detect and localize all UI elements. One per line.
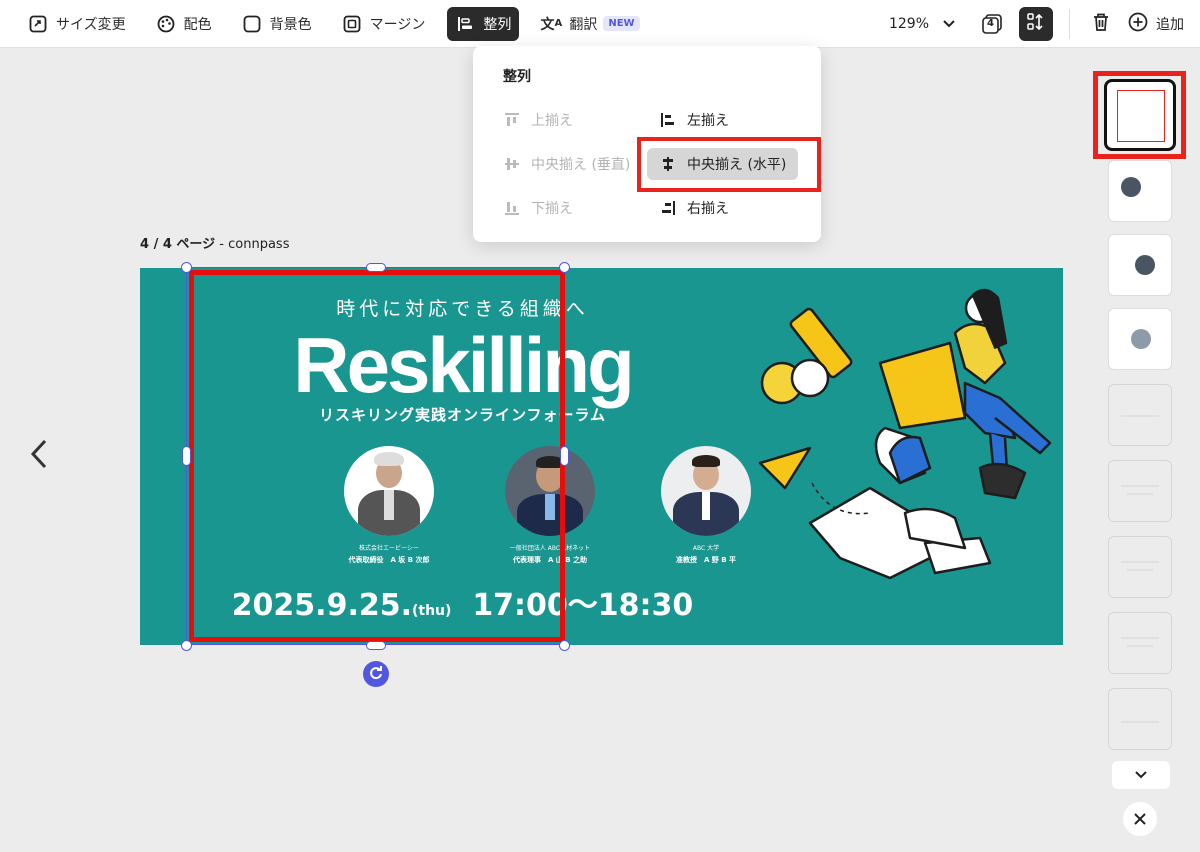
add-label: 追加: [1156, 17, 1184, 33]
square-icon: [242, 14, 262, 34]
resize-handle-bottom-right[interactable]: [559, 640, 570, 651]
page-source: - connpass: [215, 237, 290, 252]
close-button[interactable]: [1123, 802, 1157, 836]
resize-handle-bottom-left[interactable]: [181, 640, 192, 651]
toolbar-right: 129% 4 追加: [889, 0, 1200, 48]
delete-button[interactable]: [1084, 7, 1118, 41]
margin-label: マージン: [369, 16, 426, 33]
translate-label: 翻訳: [569, 16, 598, 33]
align-left-icon: [455, 14, 475, 34]
layers-count: 4: [987, 18, 994, 29]
dropdown-title: 整列: [503, 69, 531, 85]
thumbnail-2[interactable]: [1108, 160, 1172, 222]
thumbnail-text-line: [1127, 569, 1153, 571]
thumbnail-text-line: [1121, 485, 1159, 487]
thumbnail-avatar: [1135, 255, 1155, 275]
thumbnail-9[interactable]: [1108, 688, 1172, 750]
thumbnail-selected-frame: [1117, 90, 1165, 142]
thumbnail-8[interactable]: [1108, 612, 1172, 674]
close-icon: [1133, 807, 1147, 832]
arrange-button[interactable]: [1019, 7, 1053, 41]
resize-handle-top-right[interactable]: [559, 262, 570, 273]
align-button[interactable]: 整列: [447, 6, 520, 41]
thumbnail-text-line: [1127, 493, 1153, 495]
align-right-icon: [659, 199, 677, 217]
thumbnail-text-line: [1121, 721, 1159, 723]
background-color-label: 背景色: [269, 16, 312, 33]
background-color-button[interactable]: 背景色: [234, 7, 320, 41]
top-toolbar: サイズ変更 配色 背景色 マージン 整列 文A 翻訳 NEW 129% 4 追加: [0, 0, 1200, 48]
thumbnail-3[interactable]: [1108, 234, 1172, 296]
resize-handle-top-left[interactable]: [181, 262, 192, 273]
thumbnail-text-line: [1127, 645, 1153, 647]
toolbar-divider: [1069, 9, 1070, 39]
rotate-icon: [369, 665, 383, 684]
align-top-label: 上揃え: [531, 113, 573, 129]
thumbnail-4[interactable]: [1108, 308, 1172, 370]
layers-icon: 4: [981, 13, 1003, 35]
align-left-label: 左揃え: [687, 113, 729, 129]
align-top-icon: [503, 111, 521, 129]
align-left-option[interactable]: 左揃え: [659, 104, 729, 136]
thumbnail-selected[interactable]: [1104, 79, 1176, 151]
align-middle-vertical-label: 中央揃え (垂直): [531, 157, 631, 173]
new-badge: NEW: [603, 16, 640, 31]
thumbnail-avatar: [1121, 177, 1141, 197]
resize-label: サイズ変更: [56, 16, 126, 33]
align-left-icon: [659, 111, 677, 129]
thumbnail-avatar: [1131, 329, 1151, 349]
margin-icon: [342, 14, 362, 34]
align-middle-icon: [503, 155, 521, 173]
previous-page-arrow[interactable]: [30, 438, 48, 479]
arrange-icon: [1026, 12, 1046, 36]
trash-icon: [1092, 12, 1110, 36]
layers-button[interactable]: 4: [975, 7, 1009, 41]
resize-handle-bottom[interactable]: [366, 641, 386, 650]
align-bottom-option[interactable]: 下揃え: [503, 192, 573, 224]
thumbnail-text-line: [1121, 561, 1159, 563]
resize-handle-right[interactable]: [560, 446, 569, 466]
page-number: 4 / 4 ページ: [140, 237, 216, 252]
align-right-option[interactable]: 右揃え: [659, 192, 729, 224]
option-highlight-box: [637, 137, 821, 192]
scroll-down-button[interactable]: [1112, 761, 1170, 789]
add-button[interactable]: 追加: [1128, 12, 1184, 36]
chevron-down-icon: [1135, 767, 1147, 783]
resize-button[interactable]: サイズ変更: [20, 7, 134, 41]
align-top-option[interactable]: 上揃え: [503, 104, 573, 136]
thumbnail-6[interactable]: [1108, 460, 1172, 522]
zoom-selector[interactable]: 129%: [889, 16, 955, 32]
thumbnail-5[interactable]: [1108, 384, 1172, 446]
speaker-photo: [661, 446, 751, 536]
thumbnail-text-line: [1121, 637, 1159, 639]
align-bottom-icon: [503, 199, 521, 217]
zoom-value: 129%: [888, 16, 929, 32]
resize-handle-top[interactable]: [366, 263, 386, 272]
thumbnail-text-line: [1121, 415, 1159, 417]
align-middle-vertical-option[interactable]: 中央揃え (垂直): [503, 148, 630, 180]
margin-button[interactable]: マージン: [334, 7, 434, 41]
resize-handle-left[interactable]: [182, 446, 191, 466]
colors-button[interactable]: 配色: [148, 7, 220, 41]
resize-icon: [28, 14, 48, 34]
chevron-down-icon: [943, 17, 955, 31]
translate-icon: 文A: [540, 16, 563, 33]
illustration: [758, 288, 1052, 580]
align-right-label: 右揃え: [687, 201, 729, 217]
align-bottom-label: 下揃え: [531, 201, 573, 217]
align-label: 整列: [483, 16, 512, 33]
colors-label: 配色: [183, 16, 212, 33]
thumbnail-7[interactable]: [1108, 536, 1172, 598]
page-label: 4 / 4 ページ - connpass: [140, 233, 289, 252]
translate-button[interactable]: 文A 翻訳 NEW: [533, 7, 647, 41]
highlight-box: [189, 270, 565, 642]
plus-circle-icon: [1128, 12, 1148, 36]
rotate-handle[interactable]: [363, 661, 389, 687]
palette-icon: [156, 14, 176, 34]
